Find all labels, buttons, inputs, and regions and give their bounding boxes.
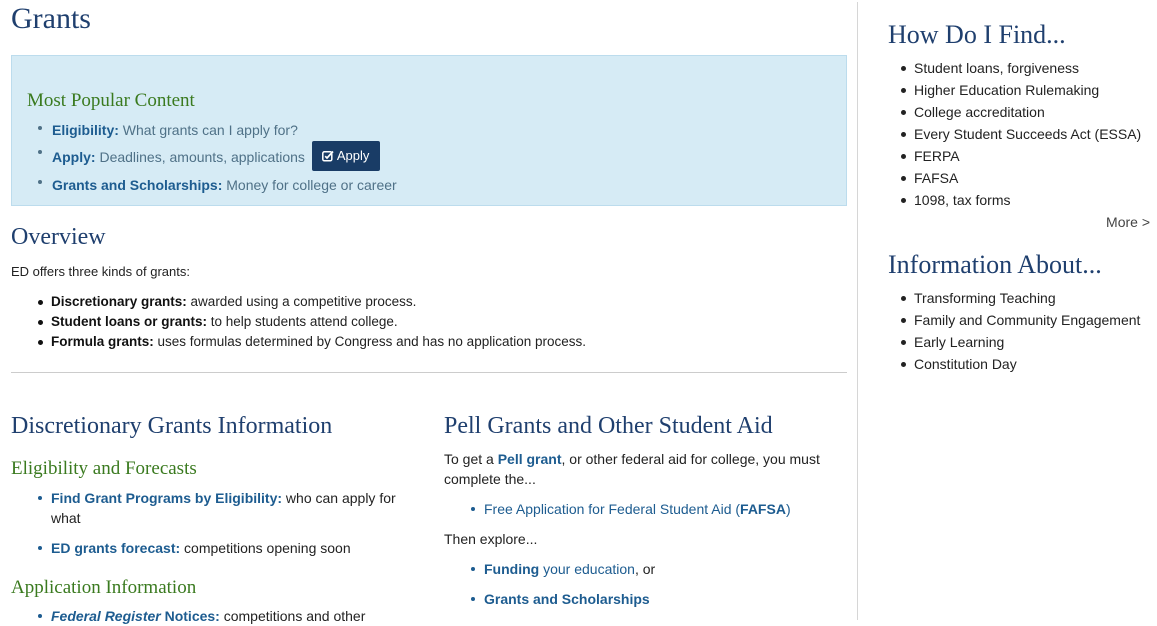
list-item: Free Application for Federal Student Aid… — [471, 499, 844, 519]
grant-kind-text: awarded using a competitive process. — [186, 294, 417, 309]
application-information-list: Federal Register Notices: competitions a… — [38, 606, 411, 626]
eligibility-description: What grants can I apply for? — [122, 122, 298, 138]
fafsa-text-before: Free Application for Federal Student Aid… — [484, 501, 741, 517]
federal-register-notices-link[interactable]: Federal Register Notices: — [51, 608, 220, 624]
fafsa-link[interactable]: Free Application for Federal Student Aid… — [484, 501, 791, 517]
list-item-text: competitions opening soon — [180, 540, 351, 556]
sidebar-link-accreditation[interactable]: College accreditation — [901, 101, 1154, 123]
sidebar-link-rulemaking[interactable]: Higher Education Rulemaking — [901, 79, 1154, 101]
sidebar-link-student-loans[interactable]: Student loans, forgiveness — [901, 57, 1154, 79]
pell-grants-scholarships-link[interactable]: Grants and Scholarships — [484, 591, 650, 607]
page-title: Grants — [11, 2, 91, 35]
section-divider — [11, 372, 847, 373]
pell-intro-before: To get a — [444, 451, 498, 467]
sidebar-divider — [857, 2, 858, 620]
popular-content-box: Most Popular Content Eligibility: What g… — [11, 55, 847, 206]
grant-kind-label: Formula grants: — [51, 334, 154, 349]
apply-button[interactable]: Apply — [311, 141, 381, 172]
application-information-heading: Application Information — [11, 577, 197, 598]
fafsa-list: Free Application for Federal Student Aid… — [471, 499, 844, 519]
grant-kind-label: Discretionary grants: — [51, 294, 187, 309]
federal-register-label: Federal Register — [51, 608, 161, 624]
popular-item-grants-scholarships: Grants and Scholarships: Money for colle… — [38, 172, 397, 198]
information-about-heading: Information About... — [888, 250, 1102, 279]
notices-label: Notices: — [160, 608, 220, 624]
eligibility-forecasts-heading: Eligibility and Forecasts — [11, 458, 197, 479]
more-link[interactable]: More > — [1106, 212, 1150, 232]
sidebar-link-constitution-day[interactable]: Constitution Day — [901, 353, 1154, 375]
list-item: Funding your education, or — [471, 559, 844, 579]
fafsa-abbrev: FAFSA — [740, 501, 786, 517]
grants-scholarships-link[interactable]: Grants and Scholarships: — [52, 177, 222, 193]
sidebar-link-family-engagement[interactable]: Family and Community Engagement — [901, 309, 1154, 331]
list-item-text: competitions and other — [219, 608, 366, 624]
sidebar-link-fafsa[interactable]: FAFSA — [901, 167, 1154, 189]
sidebar-link-tax-forms[interactable]: 1098, tax forms — [901, 189, 1154, 211]
ed-grants-forecast-link[interactable]: ED grants forecast: — [51, 540, 180, 556]
overview-intro: ED offers three kinds of grants: — [11, 264, 190, 279]
fafsa-text-after: ) — [785, 501, 791, 517]
overview-title: Overview — [11, 224, 106, 250]
sidebar-link-transforming-teaching[interactable]: Transforming Teaching — [901, 287, 1154, 309]
apply-link[interactable]: Apply: — [52, 149, 96, 165]
pell-grant-link[interactable]: Pell grant — [498, 451, 562, 467]
pell-intro: To get a Pell grant, or other federal ai… — [444, 449, 834, 489]
pell-title: Pell Grants and Other Student Aid — [444, 413, 773, 439]
list-item: Grants and Scholarships — [471, 589, 844, 609]
grant-kind-text: uses formulas determined by Congress and… — [153, 334, 587, 349]
how-do-i-find-heading: How Do I Find... — [888, 20, 1066, 49]
grant-kind-discretionary: Discretionary grants: awarded using a co… — [37, 292, 586, 312]
sidebar-link-essa[interactable]: Every Student Succeeds Act (ESSA) — [901, 123, 1154, 145]
popular-heading: Most Popular Content — [27, 90, 195, 111]
discretionary-title: Discretionary Grants Information — [11, 413, 333, 439]
information-about-list: Transforming Teaching Family and Communi… — [901, 287, 1154, 375]
popular-item-eligibility: Eligibility: What grants can I apply for… — [38, 118, 397, 142]
sidebar-link-early-learning[interactable]: Early Learning — [901, 331, 1154, 353]
grant-kind-text: to help students attend college. — [207, 314, 398, 329]
grant-kinds-list: Discretionary grants: awarded using a co… — [37, 292, 587, 352]
explore-list: Funding your education, or Grants and Sc… — [471, 559, 844, 609]
funding-label: Funding — [484, 561, 540, 577]
popular-item-apply: Apply: Deadlines, amounts, applications … — [38, 141, 397, 172]
list-item: Federal Register Notices: competitions a… — [38, 606, 411, 626]
sidebar-link-ferpa[interactable]: FERPA — [901, 145, 1154, 167]
apply-description: Deadlines, amounts, applications — [99, 149, 305, 165]
popular-list: Eligibility: What grants can I apply for… — [38, 118, 397, 198]
apply-button-label: Apply — [336, 148, 370, 164]
then-explore-text: Then explore... — [444, 531, 538, 547]
funding-after: , or — [634, 561, 656, 577]
grants-scholarships-description: Money for college or career — [226, 177, 397, 193]
grant-kind-formula: Formula grants: uses formulas determined… — [37, 332, 587, 352]
find-grant-programs-link[interactable]: Find Grant Programs by Eligibility: — [51, 490, 282, 506]
eligibility-forecasts-list: Find Grant Programs by Eligibility: who … — [38, 488, 411, 558]
grant-kind-label: Student loans or grants: — [51, 314, 208, 329]
funding-link-text: your education — [539, 561, 635, 577]
list-item: ED grants forecast: competitions opening… — [38, 538, 411, 558]
funding-education-link[interactable]: Funding your education — [484, 561, 635, 577]
grant-kind-student-loans: Student loans or grants: to help student… — [37, 312, 586, 332]
edit-check-icon — [321, 151, 334, 162]
list-item: Find Grant Programs by Eligibility: who … — [38, 488, 411, 528]
eligibility-link[interactable]: Eligibility: — [52, 122, 119, 138]
how-do-i-find-list: Student loans, forgiveness Higher Educat… — [901, 57, 1154, 211]
